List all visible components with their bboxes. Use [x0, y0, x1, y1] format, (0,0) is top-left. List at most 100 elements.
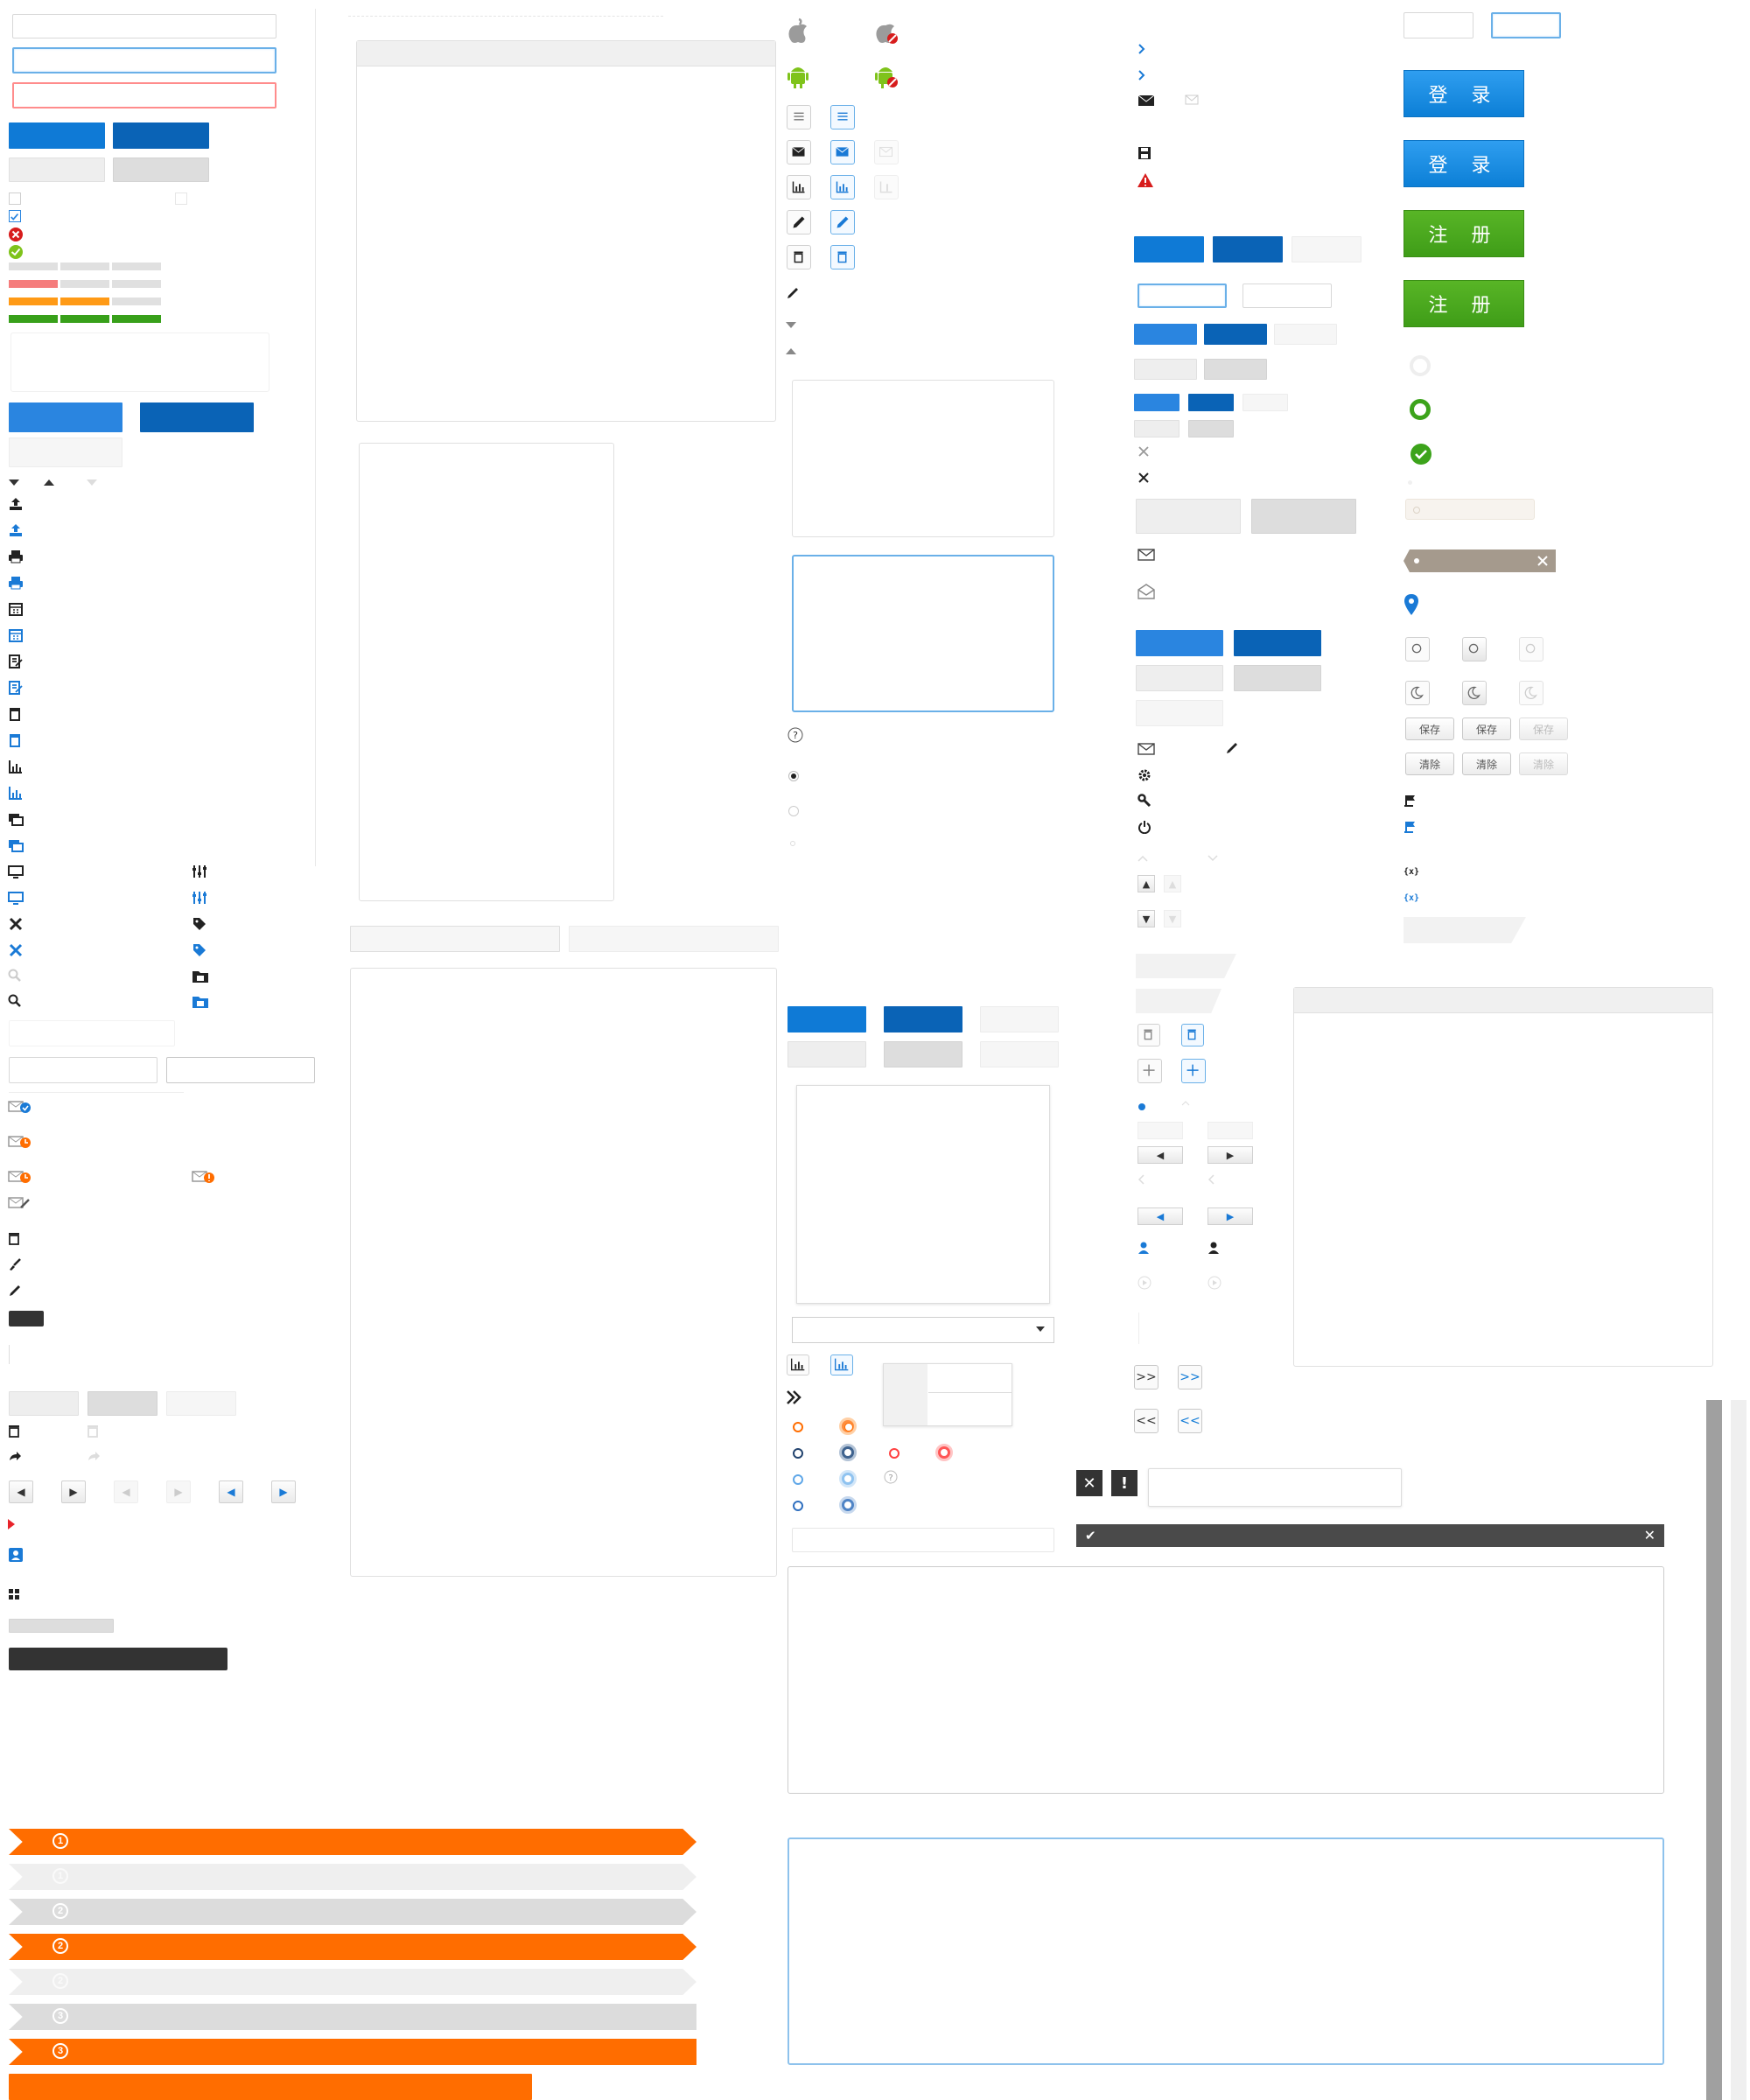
login-password-input[interactable]: [1491, 12, 1561, 38]
envelope-open-icon[interactable]: [1138, 584, 1155, 599]
small-input[interactable]: [1242, 284, 1332, 308]
chart-button[interactable]: [787, 1354, 809, 1376]
step-bar-3-active[interactable]: 3: [9, 2039, 696, 2065]
trash-toggle[interactable]: [787, 245, 811, 270]
share-arrow-icon[interactable]: [8, 1450, 22, 1462]
mail-toggle-active[interactable]: [830, 140, 855, 164]
tag-icon[interactable]: [192, 916, 207, 932]
register-button-hover[interactable]: 注 册: [1404, 280, 1524, 327]
close-icon[interactable]: [1138, 472, 1150, 484]
scrollbar-track[interactable]: [1731, 1400, 1746, 2100]
short-input-2[interactable]: [166, 1057, 315, 1083]
double-arrow-right-icon[interactable]: [786, 1390, 802, 1405]
equalizer-icon-active[interactable]: [192, 890, 207, 906]
add-button[interactable]: [1138, 1059, 1162, 1083]
messages-icon[interactable]: [8, 811, 24, 827]
skew-tab-1[interactable]: [1136, 954, 1236, 978]
mini-button-ghost[interactable]: [1274, 324, 1337, 345]
prev-page-button[interactable]: ◀: [9, 1480, 33, 1503]
calendar-icon[interactable]: [8, 601, 24, 617]
secondary-button-hover[interactable]: [113, 158, 209, 182]
action-button-gray[interactable]: [788, 1041, 866, 1068]
chevron-right-icon[interactable]: [1138, 44, 1146, 54]
monitor-icon[interactable]: [8, 864, 24, 879]
contact-card-icon[interactable]: [8, 1547, 24, 1563]
circle-tool-button[interactable]: [1405, 637, 1430, 662]
trash-button[interactable]: [1138, 1024, 1160, 1046]
moon-tool-button-hover[interactable]: [1462, 681, 1487, 705]
card-box-selected[interactable]: [792, 555, 1054, 712]
short-input-1[interactable]: [9, 1057, 158, 1083]
radio-ring-lightblue-small[interactable]: [793, 1474, 803, 1485]
textarea-box[interactable]: [10, 332, 270, 392]
tiny-button-gray-hover[interactable]: [1188, 420, 1234, 438]
text-area-large-focused[interactable]: [788, 1838, 1664, 2065]
gray-tab-1[interactable]: [9, 1391, 79, 1416]
caret-up-icon-2[interactable]: [786, 348, 796, 354]
panel-button-blue-hover[interactable]: [1234, 630, 1321, 656]
print-icon-active[interactable]: [8, 575, 24, 591]
moon-tool-button[interactable]: [1405, 681, 1430, 705]
envelope-icon[interactable]: [1138, 549, 1155, 561]
trash-button-active[interactable]: [1181, 1024, 1204, 1046]
help-icon[interactable]: ?: [788, 727, 803, 743]
text-area-large[interactable]: [788, 1566, 1664, 1794]
primary-button[interactable]: [9, 122, 105, 149]
next-page-button[interactable]: ▶: [61, 1480, 86, 1503]
tag-strip-light[interactable]: [1405, 499, 1535, 520]
messages-icon-active[interactable]: [8, 837, 24, 853]
trash-icon-small[interactable]: [8, 1424, 20, 1438]
chart-icon[interactable]: [8, 759, 24, 774]
forward-double-button[interactable]: >>: [1134, 1365, 1158, 1390]
close-icon[interactable]: [1536, 555, 1549, 567]
trash-small-icon[interactable]: [8, 1231, 20, 1245]
step-bar-1-active[interactable]: 1: [9, 1829, 696, 1855]
gray-tab-2[interactable]: [88, 1391, 158, 1416]
tag-icon-active[interactable]: [192, 942, 207, 958]
panel-button-gray-hover[interactable]: [1234, 665, 1321, 691]
step-bar-1-light[interactable]: 1: [9, 1864, 696, 1890]
user-icon[interactable]: [1208, 1241, 1220, 1255]
confirm-button-hover[interactable]: [1213, 236, 1283, 262]
action-button-ghost[interactable]: [980, 1006, 1059, 1032]
forward-double-button-hover[interactable]: >>: [1178, 1365, 1202, 1390]
search-icon-light[interactable]: [8, 969, 22, 983]
wide-primary-button-hover[interactable]: [140, 402, 254, 432]
clear-button-hover[interactable]: 清除: [1462, 752, 1511, 775]
flag-icon[interactable]: [1404, 794, 1418, 808]
search-bar-left[interactable]: [350, 926, 560, 952]
edit-doc-icon-active[interactable]: [8, 680, 24, 696]
large-gray-button-hover[interactable]: [1251, 499, 1356, 534]
login-button[interactable]: 登 录: [1404, 70, 1524, 117]
calendar-icon-active[interactable]: [8, 627, 24, 643]
radio-ring-orange[interactable]: [839, 1418, 857, 1435]
save-button-hover[interactable]: 保存: [1462, 718, 1511, 740]
circle-tool-button-hover[interactable]: [1462, 637, 1487, 662]
tools-icon-active[interactable]: [8, 942, 24, 958]
upload-icon-active[interactable]: [8, 522, 24, 538]
step-bar-2-mid[interactable]: 2: [9, 1899, 696, 1925]
checkbox-unchecked[interactable]: [9, 192, 21, 205]
trash-toggle-active[interactable]: [830, 245, 855, 270]
caret-up-icon[interactable]: [44, 480, 54, 486]
save-button[interactable]: 保存: [1405, 718, 1454, 740]
chart-button-active[interactable]: [830, 1354, 853, 1376]
text-input-default[interactable]: [12, 14, 276, 38]
large-dialog-header[interactable]: [1294, 988, 1712, 1013]
next-page-button-hover[interactable]: ▶: [271, 1480, 296, 1503]
checkbox-disabled[interactable]: [175, 192, 187, 205]
gear-icon[interactable]: [1138, 768, 1152, 782]
radio-ring-navy-small[interactable]: [793, 1448, 803, 1459]
selection-ring-green[interactable]: [1410, 399, 1431, 420]
pencil-toggle[interactable]: [787, 210, 811, 234]
close-icon-light[interactable]: [1138, 445, 1150, 458]
action-button-blue-hover[interactable]: [884, 1006, 962, 1032]
upload-icon[interactable]: [8, 496, 24, 512]
panel-button-gray[interactable]: [1136, 665, 1223, 691]
equalizer-icon[interactable]: [192, 864, 207, 879]
folder-icon[interactable]: [192, 969, 209, 984]
skew-tab-3[interactable]: [1404, 917, 1526, 943]
prev-page-button-hover[interactable]: ◀: [219, 1480, 243, 1503]
folder-icon-active[interactable]: [192, 994, 209, 1010]
stepper-down[interactable]: ▼: [1138, 910, 1155, 928]
